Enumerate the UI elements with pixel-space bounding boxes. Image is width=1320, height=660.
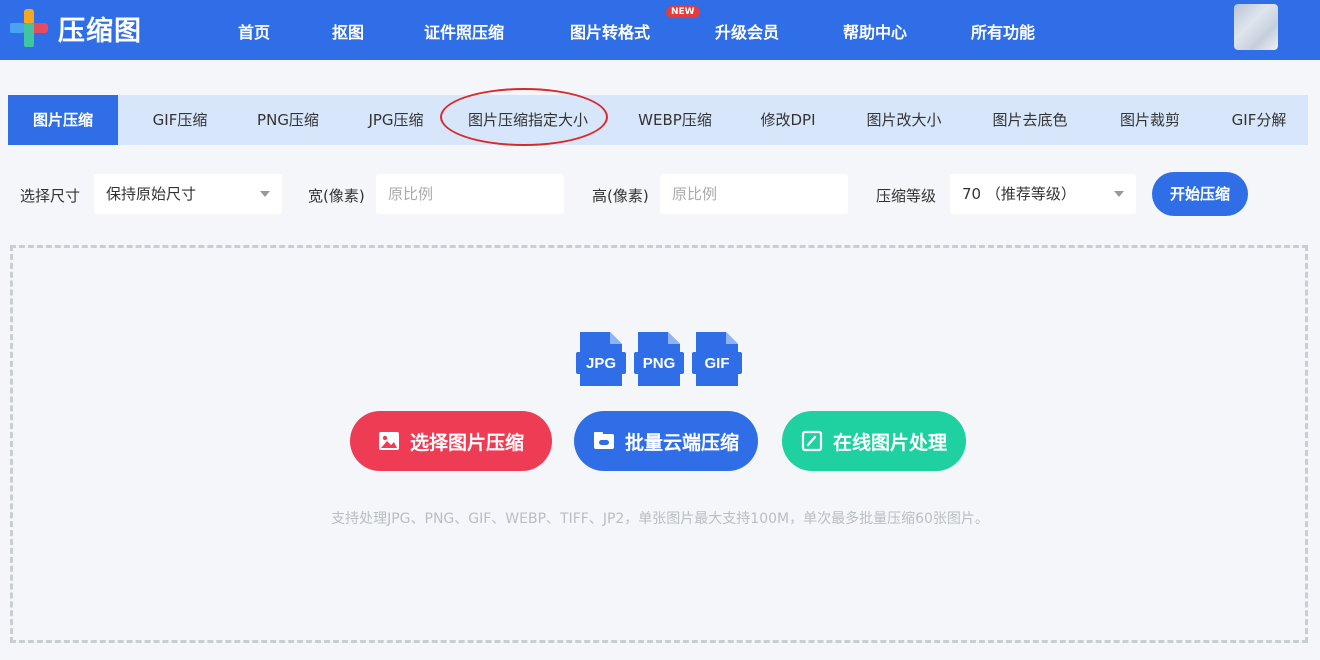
tab-gif-split[interactable]: GIF分解	[1214, 95, 1304, 145]
size-select-value: 保持原始尺寸	[106, 185, 197, 203]
png-file-label: PNG	[643, 355, 676, 372]
tab-remove-background[interactable]: 图片去底色	[980, 95, 1080, 145]
select-image-compress-label: 选择图片压缩	[409, 431, 524, 454]
online-image-process-label: 在线图片处理	[832, 431, 947, 454]
gif-file-icon: GIF	[692, 332, 742, 386]
tab-png-compress[interactable]: PNG压缩	[230, 95, 346, 145]
tab-resize-image[interactable]: 图片改大小	[854, 95, 954, 145]
nav-home[interactable]: 首页	[238, 19, 270, 43]
edit-icon	[801, 430, 823, 452]
level-label: 压缩等级	[876, 187, 937, 205]
width-input[interactable]	[388, 175, 564, 213]
width-field-wrap	[376, 174, 564, 214]
height-label: 高(像素)	[592, 187, 649, 205]
chevron-down-icon	[1114, 191, 1124, 197]
nav-upgrade-vip[interactable]: 升级会员	[715, 19, 779, 43]
new-badge: NEW	[666, 6, 700, 18]
jpg-file-label: JPG	[586, 355, 616, 372]
size-label: 选择尺寸	[20, 187, 81, 205]
tab-gif-compress[interactable]: GIF压缩	[118, 95, 242, 145]
logo-icon	[10, 9, 48, 47]
nav-all-features[interactable]: 所有功能	[971, 19, 1035, 43]
batch-cloud-compress-button[interactable]: 批量云端压缩	[574, 411, 758, 471]
tab-jpg-compress[interactable]: JPG压缩	[338, 95, 454, 145]
online-image-process-button[interactable]: 在线图片处理	[782, 411, 966, 471]
cloud-folder-icon	[593, 432, 614, 449]
level-select-value: 70 （推荐等级）	[962, 185, 1076, 203]
size-select[interactable]: 保持原始尺寸	[94, 174, 282, 214]
start-compress-button[interactable]: 开始压缩	[1152, 172, 1248, 216]
nav-format-convert[interactable]: 图片转格式	[570, 19, 650, 43]
level-select[interactable]: 70 （推荐等级）	[950, 174, 1136, 214]
nav-id-photo-compress[interactable]: 证件照压缩	[424, 19, 504, 43]
avatar[interactable]	[1234, 4, 1278, 50]
top-header: 压缩图 首页 抠图 证件照压缩 图片转格式 NEW 升级会员 帮助中心 所有功能	[0, 0, 1320, 60]
tab-crop-image[interactable]: 图片裁剪	[1100, 95, 1200, 145]
gif-file-label: GIF	[705, 355, 730, 372]
height-field-wrap	[660, 174, 848, 214]
batch-cloud-compress-label: 批量云端压缩	[624, 431, 739, 454]
image-icon	[378, 432, 399, 450]
tool-tabs: 图片压缩 GIF压缩 PNG压缩 JPG压缩 图片压缩指定大小 WEBP压缩 修…	[8, 95, 1308, 145]
select-image-compress-button[interactable]: 选择图片压缩	[350, 411, 552, 471]
tab-compress-to-size[interactable]: 图片压缩指定大小	[448, 95, 608, 145]
jpg-file-icon: JPG	[576, 332, 626, 386]
png-file-icon: PNG	[634, 332, 684, 386]
nav-cutout[interactable]: 抠图	[332, 19, 364, 43]
tab-modify-dpi[interactable]: 修改DPI	[738, 95, 838, 145]
chevron-down-icon	[260, 191, 270, 197]
nav-help-center[interactable]: 帮助中心	[843, 19, 907, 43]
logo[interactable]: 压缩图	[8, 8, 142, 48]
width-label: 宽(像素)	[308, 187, 365, 205]
tab-image-compress[interactable]: 图片压缩	[8, 95, 118, 145]
app-name: 压缩图	[58, 15, 142, 47]
height-input[interactable]	[672, 175, 848, 213]
tab-webp-compress[interactable]: WEBP压缩	[620, 95, 730, 145]
upload-hint: 支持处理JPG、PNG、GIF、WEBP、TIFF、JP2，单张图片最大支持10…	[331, 511, 989, 527]
